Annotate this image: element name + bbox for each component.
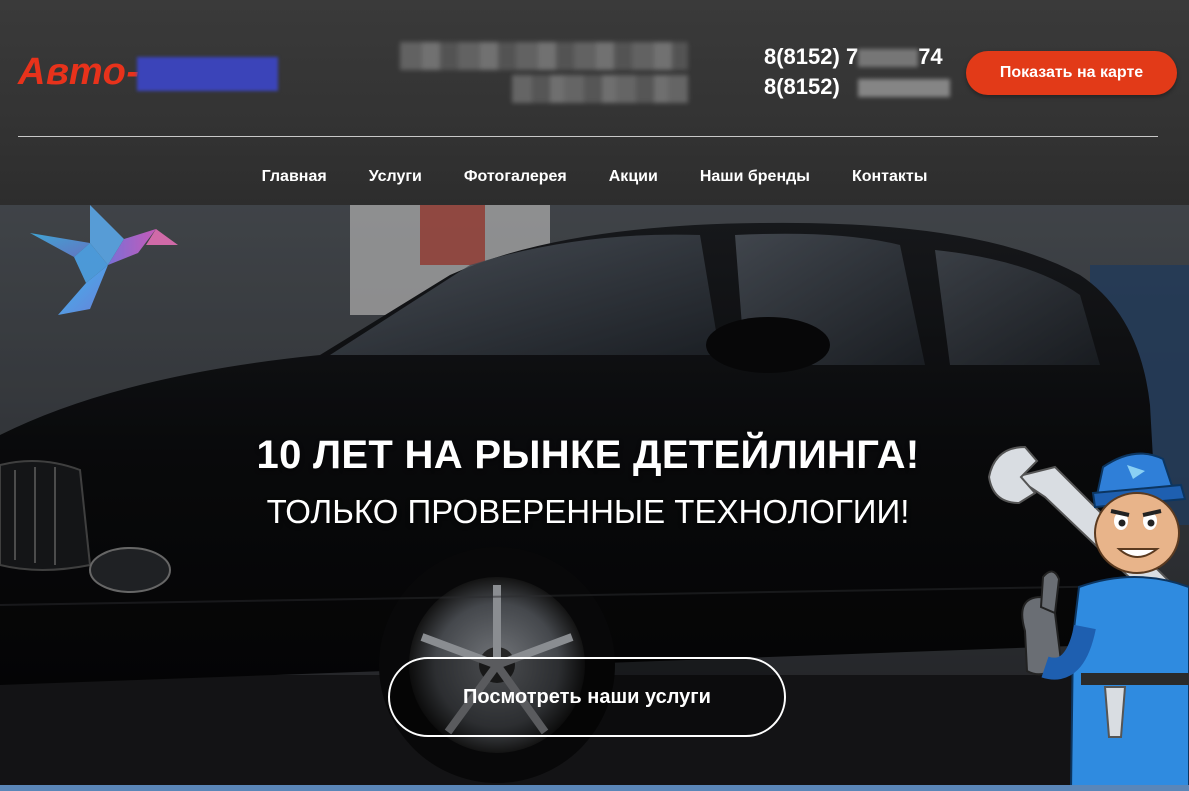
nav-promotions[interactable]: Акции <box>588 160 679 194</box>
origami-bird-logo-icon <box>30 205 178 315</box>
nav-brands[interactable]: Наши бренды <box>679 160 831 194</box>
logo-redacted <box>117 57 278 91</box>
logo[interactable]: Авто- <box>18 50 278 94</box>
main-nav: Главная Услуги Фотогалерея Акции Наши бр… <box>0 160 1189 194</box>
view-services-button[interactable]: Посмотреть наши услуги <box>388 657 786 737</box>
nav-services[interactable]: Услуги <box>348 160 443 194</box>
address-redacted <box>400 42 690 104</box>
site-header: Авто- 8(8152) 7 74 8(8152) Показать на ка… <box>0 0 1189 205</box>
mechanic-mascot-icon <box>987 445 1189 791</box>
phone-number-1[interactable]: 8(8152) 7 74 <box>764 42 954 72</box>
nav-home[interactable]: Главная <box>241 160 348 194</box>
bottom-edge-bar <box>0 785 1189 791</box>
nav-gallery[interactable]: Фотогалерея <box>443 160 588 194</box>
header-divider <box>18 136 1158 137</box>
show-on-map-button[interactable]: Показать на карте <box>966 51 1177 95</box>
phone-number-2[interactable]: 8(8152) <box>764 72 954 102</box>
nav-contacts[interactable]: Контакты <box>831 160 948 194</box>
hero-banner: 10 ЛЕТ НА РЫНКЕ ДЕТЕЙЛИНГА! ТОЛЬКО ПРОВЕ… <box>0 205 1189 791</box>
phone-list: 8(8152) 7 74 8(8152) <box>764 42 954 102</box>
